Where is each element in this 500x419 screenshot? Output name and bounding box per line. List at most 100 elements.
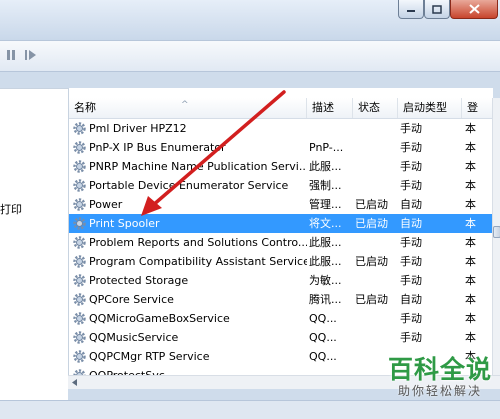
service-name-text: Program Compatibility Assistant Service bbox=[89, 255, 307, 268]
vertical-scrollbar[interactable] bbox=[492, 98, 500, 375]
column-header-desc[interactable]: 描述 bbox=[307, 98, 353, 118]
service-status bbox=[355, 176, 395, 195]
service-row[interactable]: QQMicroGameBoxService QQ... 手动 本 bbox=[69, 309, 493, 328]
column-header-startup[interactable]: 启动类型 bbox=[398, 98, 462, 118]
service-startup-type-text: 手动 bbox=[400, 179, 422, 192]
service-description-text: 此服... bbox=[309, 160, 342, 173]
service-row[interactable]: PnP-X IP Bus Enumerator PnP-... 手动 本 bbox=[69, 138, 493, 157]
service-status: 已启动 bbox=[355, 252, 395, 271]
column-header-logon[interactable]: 登 bbox=[462, 98, 493, 118]
watermark-title: 百科全说 bbox=[387, 355, 492, 384]
pause-icon[interactable] bbox=[6, 49, 16, 61]
service-startup-type: 手动 bbox=[400, 157, 462, 176]
scroll-left-arrow-icon[interactable] bbox=[72, 379, 78, 386]
service-startup-type: 自动 bbox=[400, 195, 462, 214]
service-toolbar bbox=[0, 40, 500, 72]
service-logon-text: 本 bbox=[465, 217, 476, 230]
service-status bbox=[355, 119, 395, 138]
minimize-button[interactable] bbox=[398, 0, 424, 19]
service-name-text: QPCore Service bbox=[89, 293, 174, 306]
service-row[interactable]: Protected Storage 为敏... 手动 本 bbox=[69, 271, 493, 290]
column-startup-label: 启动类型 bbox=[403, 101, 447, 114]
service-name-text: Problem Reports and Solutions Contro... bbox=[89, 236, 307, 249]
service-logon-text: 本 bbox=[465, 274, 476, 287]
service-name: QPCore Service bbox=[73, 290, 307, 309]
service-status-text: 已启动 bbox=[355, 217, 388, 230]
service-logon-text: 本 bbox=[465, 198, 476, 211]
service-description: 此服... bbox=[309, 157, 352, 176]
gear-icon bbox=[73, 198, 86, 211]
service-status-text: 已启动 bbox=[355, 198, 388, 211]
service-startup-type-text: 手动 bbox=[400, 331, 422, 344]
column-header-row: 名称 ^ 描述 状态 启动类型 登 bbox=[69, 98, 493, 119]
service-row[interactable]: Program Compatibility Assistant Service 此… bbox=[69, 252, 493, 271]
service-description-text: 管理... bbox=[309, 198, 342, 211]
service-name-text: QQMicroGameBoxService bbox=[89, 312, 230, 325]
service-startup-type: 手动 bbox=[400, 271, 462, 290]
service-startup-type-text: 手动 bbox=[400, 141, 422, 154]
service-name: Power bbox=[73, 195, 307, 214]
scrollbar-thumb[interactable] bbox=[493, 226, 500, 238]
service-description: QQ... bbox=[309, 328, 352, 347]
service-name-text: Protected Storage bbox=[89, 274, 189, 287]
service-startup-type: 手动 bbox=[400, 233, 462, 252]
service-logon: 本 bbox=[465, 309, 493, 328]
service-startup-type: 手动 bbox=[400, 176, 462, 195]
watermark-subtitle: 助你轻松解决 bbox=[397, 384, 482, 398]
service-logon-text: 本 bbox=[465, 179, 476, 192]
column-header-status[interactable]: 状态 bbox=[353, 98, 398, 118]
service-row[interactable]: QQMusicService QQ... 手动 本 bbox=[69, 328, 493, 347]
column-desc-label: 描述 bbox=[312, 101, 334, 114]
minimize-icon bbox=[407, 10, 415, 12]
column-logon-label: 登 bbox=[467, 101, 478, 114]
column-name-label: 名称 bbox=[74, 101, 96, 114]
services-list: 名称 ^ 描述 状态 启动类型 登 Pml Driver HPZ12 手动本 PnP… bbox=[68, 88, 493, 375]
service-logon: 本 bbox=[465, 138, 493, 157]
service-row[interactable]: Pml Driver HPZ12 手动 本 bbox=[69, 119, 493, 138]
service-description-text: 腾讯... bbox=[309, 293, 342, 306]
service-startup-type-text: 自动 bbox=[400, 217, 422, 230]
restart-icon[interactable] bbox=[24, 49, 38, 61]
service-status bbox=[355, 309, 395, 328]
service-status: 已启动 bbox=[355, 195, 395, 214]
service-description-text: 为敏... bbox=[309, 274, 342, 287]
service-row-selected[interactable]: Print Spooler 将文... 已启动 自动 本 bbox=[69, 214, 493, 233]
service-startup-type: 手动 bbox=[400, 309, 462, 328]
maximize-icon bbox=[432, 4, 442, 14]
service-startup-type: 手动 bbox=[400, 138, 462, 157]
service-row[interactable]: Portable Device Enumerator Service 强制... 手… bbox=[69, 176, 493, 195]
service-description: 强制... bbox=[309, 176, 352, 195]
service-row[interactable]: Power 管理... 已启动 自动 本 bbox=[69, 195, 493, 214]
service-description-text: 此服... bbox=[309, 236, 342, 249]
service-description: PnP-... bbox=[309, 138, 352, 157]
service-logon: 本 bbox=[465, 195, 493, 214]
service-row[interactable]: Problem Reports and Solutions Contro... 此… bbox=[69, 233, 493, 252]
service-description-text: QQ... bbox=[309, 331, 337, 344]
service-logon-text: 本 bbox=[465, 122, 476, 135]
service-name: Protected Storage bbox=[73, 271, 307, 290]
maximize-button[interactable] bbox=[424, 0, 450, 19]
service-description: 此服... bbox=[309, 233, 352, 252]
service-description: 将文... bbox=[309, 214, 352, 233]
service-logon-text: 本 bbox=[465, 236, 476, 249]
service-row[interactable]: QPCore Service 腾讯... 已启动 自动 本 bbox=[69, 290, 493, 309]
close-button[interactable] bbox=[450, 0, 498, 19]
column-header-name[interactable]: 名称 ^ bbox=[69, 98, 307, 118]
service-description bbox=[309, 119, 352, 138]
service-startup-type-text: 手动 bbox=[400, 236, 422, 249]
service-name-text: Pml Driver HPZ12 bbox=[89, 122, 187, 135]
description-text: 打印 bbox=[0, 203, 22, 216]
gear-icon bbox=[73, 160, 86, 173]
service-name-text: PnP-X IP Bus Enumerator bbox=[89, 141, 226, 154]
service-row[interactable]: PNRP Machine Name Publication Servi... 此服… bbox=[69, 157, 493, 176]
service-description-text: 将文... bbox=[309, 217, 342, 230]
service-name: Portable Device Enumerator Service bbox=[73, 176, 307, 195]
gear-icon bbox=[73, 179, 86, 192]
service-description bbox=[309, 366, 352, 375]
service-description: 管理... bbox=[309, 195, 352, 214]
service-name: Pml Driver HPZ12 bbox=[73, 119, 307, 138]
service-logon-text: 本 bbox=[465, 331, 476, 344]
service-startup-type-text: 自动 bbox=[400, 293, 422, 306]
service-startup-type: 手动 bbox=[400, 252, 462, 271]
service-description-text: 强制... bbox=[309, 179, 342, 192]
